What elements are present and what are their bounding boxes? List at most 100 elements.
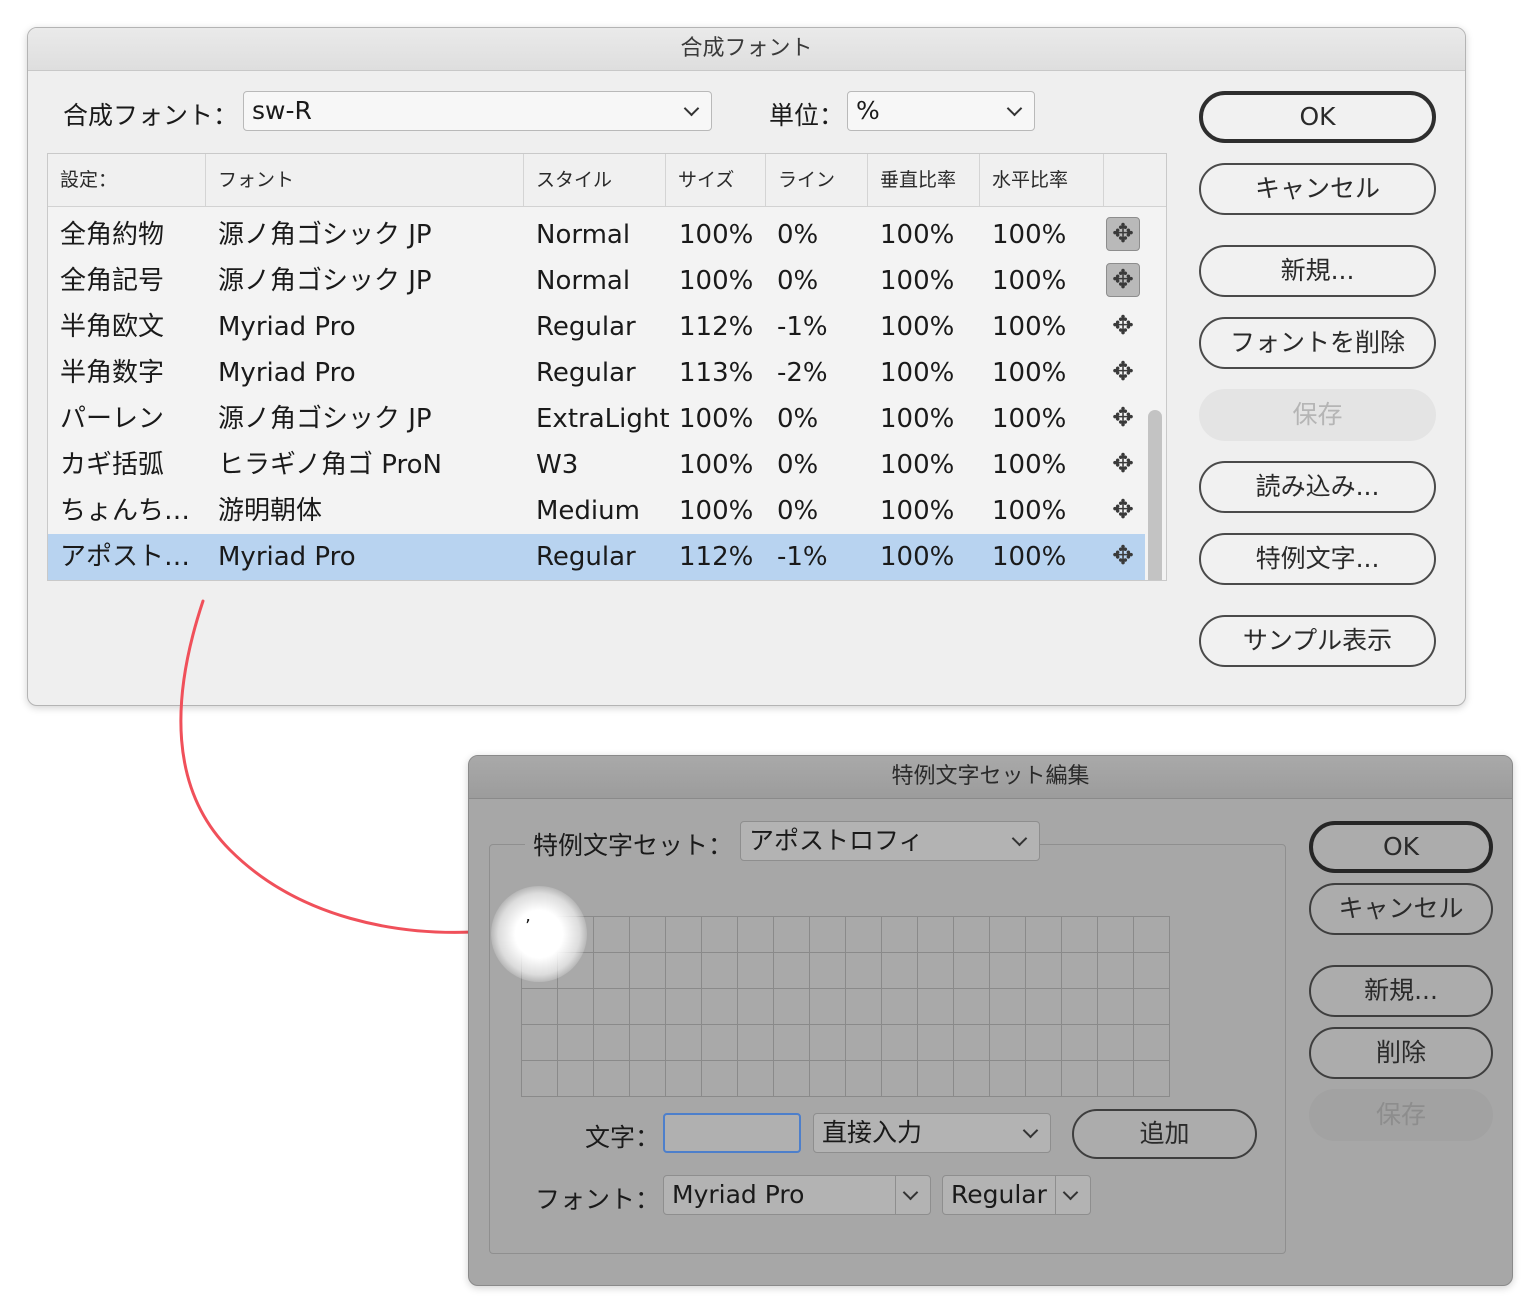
input-mode-select[interactable]: 直接入力 (813, 1113, 1051, 1153)
exception-set-select[interactable]: アポストロフィ (740, 821, 1040, 861)
grid-cell[interactable] (845, 1024, 882, 1061)
grid-cell[interactable] (773, 916, 810, 953)
grid-cell[interactable] (1133, 1060, 1170, 1097)
grid-cell[interactable] (1133, 952, 1170, 989)
grid-cell[interactable] (593, 952, 630, 989)
grid-cell[interactable] (557, 1024, 594, 1061)
grid-cell[interactable] (989, 952, 1026, 989)
ok-button[interactable]: OK (1309, 821, 1493, 873)
grid-cell[interactable] (953, 916, 990, 953)
grid-cell[interactable] (665, 988, 702, 1025)
cancel-button[interactable]: キャンセル (1309, 883, 1493, 935)
grid-cell[interactable] (917, 952, 954, 989)
grid-cell[interactable] (1133, 988, 1170, 1025)
grid-cell[interactable] (1097, 1024, 1134, 1061)
grid-cell[interactable] (593, 1024, 630, 1061)
font-style-value: Regular (951, 1180, 1047, 1209)
grid-cell[interactable] (665, 1060, 702, 1097)
grid-cell[interactable] (953, 1024, 990, 1061)
grid-cell[interactable] (557, 988, 594, 1025)
grid-cell[interactable] (989, 916, 1026, 953)
grid-cell[interactable] (665, 916, 702, 953)
grid-cell[interactable] (845, 916, 882, 953)
grid-cell[interactable] (989, 1060, 1026, 1097)
grid-cell[interactable] (593, 1060, 630, 1097)
char-input[interactable] (663, 1113, 801, 1153)
add-button[interactable]: 追加 (1072, 1109, 1257, 1159)
grid-cell[interactable] (845, 952, 882, 989)
grid-cell[interactable] (521, 988, 558, 1025)
grid-cell[interactable] (737, 1060, 774, 1097)
grid-cell[interactable] (989, 1024, 1026, 1061)
grid-cell[interactable] (1025, 1024, 1062, 1061)
grid-cell[interactable] (521, 1060, 558, 1097)
grid-cell[interactable] (521, 1024, 558, 1061)
grid-cell[interactable] (1097, 1060, 1134, 1097)
grid-cell[interactable] (1061, 1060, 1098, 1097)
grid-cell[interactable] (809, 952, 846, 989)
grid-cell[interactable] (881, 1060, 918, 1097)
grid-cell[interactable] (881, 1024, 918, 1061)
grid-cell[interactable] (917, 988, 954, 1025)
grid-cell[interactable] (701, 1060, 738, 1097)
grid-cell[interactable] (737, 952, 774, 989)
grid-cell[interactable] (881, 988, 918, 1025)
grid-cell[interactable] (1097, 988, 1134, 1025)
grid-cell[interactable] (1061, 952, 1098, 989)
grid-cell[interactable] (809, 988, 846, 1025)
grid-cell[interactable] (1025, 988, 1062, 1025)
character-grid (521, 916, 1170, 1097)
grid-cell[interactable] (701, 916, 738, 953)
grid-cell[interactable] (701, 952, 738, 989)
grid-cell[interactable] (953, 988, 990, 1025)
grid-cell[interactable] (1097, 916, 1134, 953)
grid-cell[interactable] (845, 1060, 882, 1097)
grid-cell[interactable] (809, 1024, 846, 1061)
grid-cell[interactable] (773, 952, 810, 989)
grid-cell[interactable] (845, 988, 882, 1025)
grid-cell[interactable] (1025, 1060, 1062, 1097)
grid-cell[interactable] (629, 1024, 666, 1061)
grid-cell[interactable] (881, 916, 918, 953)
grid-cell[interactable] (773, 1060, 810, 1097)
grid-cell[interactable] (917, 1060, 954, 1097)
exception-set-value: アポストロフィ (749, 826, 924, 855)
grid-cell[interactable] (557, 1060, 594, 1097)
grid-cell[interactable] (989, 988, 1026, 1025)
grid-cell[interactable] (881, 952, 918, 989)
grid-cell[interactable] (953, 952, 990, 989)
grid-cell[interactable] (773, 1024, 810, 1061)
grid-cell[interactable] (1097, 952, 1134, 989)
grid-cell[interactable] (809, 1060, 846, 1097)
grid-cell[interactable] (629, 952, 666, 989)
grid-cell[interactable] (809, 916, 846, 953)
grid-cell[interactable] (1061, 916, 1098, 953)
grid-cell[interactable] (737, 1024, 774, 1061)
grid-cell[interactable] (593, 988, 630, 1025)
new-button[interactable]: 新規... (1309, 965, 1493, 1017)
grid-cell[interactable] (701, 1024, 738, 1061)
grid-cell[interactable] (593, 916, 630, 953)
grid-cell[interactable] (917, 1024, 954, 1061)
grid-cell[interactable] (917, 916, 954, 953)
grid-cell[interactable] (773, 988, 810, 1025)
font-style-select[interactable]: Regular (942, 1175, 1091, 1215)
delete-button[interactable]: 削除 (1309, 1027, 1493, 1079)
grid-cell[interactable] (629, 988, 666, 1025)
grid-cell[interactable] (737, 988, 774, 1025)
grid-cell[interactable] (665, 952, 702, 989)
grid-char-apostrophe[interactable]: ’ (525, 916, 531, 937)
grid-cell[interactable] (701, 988, 738, 1025)
grid-cell[interactable] (1025, 916, 1062, 953)
grid-cell[interactable] (1061, 988, 1098, 1025)
grid-cell[interactable] (629, 916, 666, 953)
grid-cell[interactable] (665, 1024, 702, 1061)
font-select[interactable]: Myriad Pro (663, 1175, 931, 1215)
grid-cell[interactable] (953, 1060, 990, 1097)
grid-cell[interactable] (737, 916, 774, 953)
grid-cell[interactable] (1061, 1024, 1098, 1061)
grid-cell[interactable] (629, 1060, 666, 1097)
grid-cell[interactable] (1133, 916, 1170, 953)
grid-cell[interactable] (1025, 952, 1062, 989)
grid-cell[interactable] (1133, 1024, 1170, 1061)
